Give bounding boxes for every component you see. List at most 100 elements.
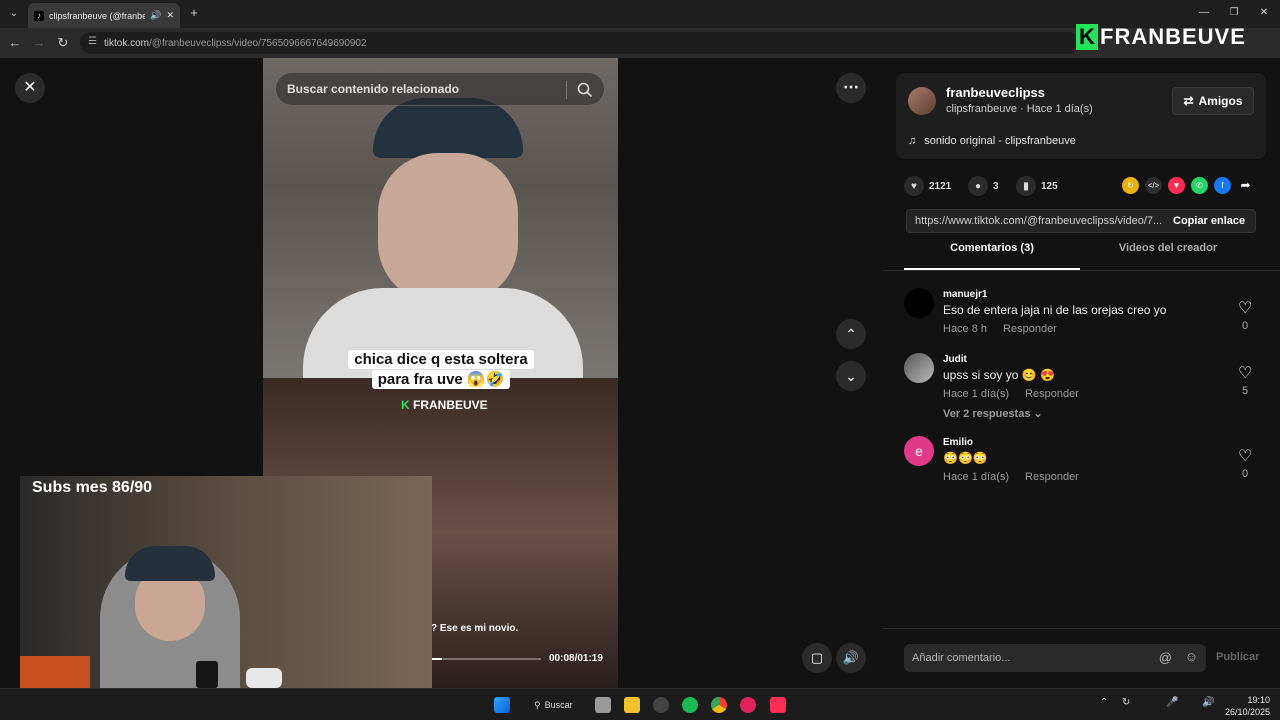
tiktok-favicon-icon: ♪ [34,10,44,21]
publish-button[interactable]: Publicar [1216,651,1259,663]
window-close-icon[interactable]: ✕ [1256,6,1272,20]
back-icon[interactable]: ← [7,36,23,50]
comment-placeholder: Añadir comentario... [912,652,1011,664]
reply-button[interactable]: Responder [1003,323,1057,335]
tray-mic-icon[interactable]: 🎤 [1166,697,1178,708]
tray-sync-icon[interactable]: ↻ [1122,697,1130,708]
face-shape [378,153,518,303]
author-avatar[interactable] [908,87,936,115]
forward-icon[interactable]: → [31,36,47,50]
comment-username[interactable]: Judit [943,354,967,365]
clock-date: 26/10/2025 [1224,707,1270,717]
webcam-subs-counter: Subs mes 86/90 [32,479,153,496]
author-card: franbeuveclipss clipsfranbeuve · Hace 1 … [896,73,1266,159]
search-divider [566,81,567,99]
comment-like[interactable]: ♡ 5 [1238,363,1252,397]
video-progress-fill [431,658,442,660]
search-placeholder: Buscar contenido relacionado [287,82,460,96]
comment-text: Eso de entera jaja ni de las orejas creo… [943,303,1167,317]
search-icon[interactable] [576,81,594,99]
author-meta: clipsfranbeuve · Hace 1 día(s) [946,103,1093,115]
tray-chevron-icon[interactable]: ⌃ [1100,697,1108,708]
video-time: 00:08/01:19 [549,653,603,664]
share-arrow-icon[interactable]: ➦ [1237,177,1254,194]
view-replies-button[interactable]: Ver 2 respuestas ⌄ [943,407,1043,420]
comment-username[interactable]: manuejr1 [943,289,987,300]
save-stat[interactable]: ▮ 125 [1016,176,1058,196]
related-search-input[interactable]: Buscar contenido relacionado [275,72,605,106]
app-icon-red[interactable] [740,697,756,713]
windows-taskbar: ⚲ Buscar ⌃ ↻ 🎤 🔊 19:10 26/10/2025 [0,688,1280,720]
app-icon[interactable] [653,697,669,713]
comment-time: Hace 1 día(s) [943,388,1010,400]
file-explorer-icon[interactable] [624,697,640,713]
more-options-button[interactable]: ⋯ [836,73,866,103]
minimize-icon[interactable]: — [1196,6,1212,20]
streamer-webcam: Subs mes 86/90 [20,476,432,688]
comment-avatar[interactable] [904,353,934,383]
copy-link-button[interactable]: Copiar enlace [1173,215,1245,227]
embed-icon[interactable]: </> [1145,177,1162,194]
tab-list-icon[interactable]: ⌄ [6,7,22,21]
comment-input[interactable]: Añadir comentario... @ ☺ [904,644,1206,672]
comment-count: 3 [993,180,999,192]
close-video-button[interactable]: ✕ [15,73,45,103]
save-count: 125 [1041,180,1058,192]
mention-icon[interactable]: @ [1159,650,1172,665]
speaker-icon[interactable]: 🔊 [150,10,161,21]
tray-volume-icon[interactable]: 🔊 [1202,697,1214,708]
comment-avatar[interactable]: e [904,436,934,466]
tab-comments[interactable]: Comentarios (3) [904,242,1080,270]
comment-username[interactable]: Emilio [943,437,973,448]
caption-line-2: para fra uve 😱🤣 [371,370,511,389]
heart-icon: ♥ [904,176,924,196]
browser-tab[interactable]: ♪ clipsfranbeuve (@franbeuve 🔊 ✕ [28,3,180,28]
comment-like[interactable]: ♡ 0 [1238,298,1252,332]
taskbar-search[interactable]: ⚲ Buscar [526,695,582,715]
comment-stat[interactable]: ● 3 [968,176,999,196]
like-stat[interactable]: ♥ 2121 [904,176,951,196]
video-brand-text: FRANBEUVE [413,398,488,412]
comment-avatar[interactable] [904,288,934,318]
reply-button[interactable]: Responder [1025,471,1079,483]
tab-close-icon[interactable]: ✕ [166,10,174,21]
facebook-icon[interactable]: f [1214,177,1231,194]
comment-meta: Hace 1 día(s) Responder [943,471,1079,483]
friends-button[interactable]: ⇄ Amigos [1172,87,1254,115]
maximize-icon[interactable]: ❐ [1226,6,1242,20]
whatsapp-icon[interactable]: ✆ [1191,177,1208,194]
comment-like-count: 0 [1241,320,1249,332]
windows-start-icon[interactable] [494,697,510,713]
reload-icon[interactable]: ↻ [55,36,71,50]
repost-icon[interactable]: ↻ [1122,177,1139,194]
comment-meta: Hace 1 día(s) Responder [943,388,1079,400]
comment-like[interactable]: ♡ 0 [1238,446,1252,480]
previous-video-button[interactable]: ⌃ [836,319,866,349]
new-tab-icon[interactable]: + [186,6,202,20]
tab-creator-videos[interactable]: Videos del creador [1080,242,1256,270]
reply-button[interactable]: Responder [1025,388,1079,400]
author-username[interactable]: franbeuveclipss [946,85,1045,100]
video-progress-bar[interactable] [431,658,541,660]
comment-like-count: 0 [1241,468,1249,480]
comment-time: Hace 1 día(s) [943,471,1010,483]
music-link[interactable]: ♫ sonido original - clipsfranbeuve [908,135,1076,147]
comment-text: upss si soy yo 😊 😍 [943,368,1055,382]
tiktok-app-icon[interactable] [770,697,786,713]
url-field[interactable]: ☰ tiktok.com/@franbeuveclipss/video/7565… [80,32,1080,54]
chrome-icon[interactable] [711,697,727,713]
comment-meta: Hace 8 h Responder [943,323,1057,335]
site-info-icon[interactable]: ☰ [88,36,97,47]
comment-text: 😳😳😳 [943,451,988,465]
spotify-icon[interactable] [682,697,698,713]
taskbar-clock[interactable]: 19:10 26/10/2025 [1224,694,1270,718]
volume-icon[interactable]: 🔊 [836,643,866,673]
pip-icon[interactable]: ▢ [802,643,832,673]
bookmark-icon: ▮ [1016,176,1036,196]
send-icon[interactable]: ▼ [1168,177,1185,194]
comment-time: Hace 8 h [943,323,988,335]
emoji-icon[interactable]: ☺ [1185,649,1198,664]
next-video-button[interactable]: ⌄ [836,361,866,391]
comment-like-count: 5 [1241,385,1249,397]
task-view-icon[interactable] [595,697,611,713]
